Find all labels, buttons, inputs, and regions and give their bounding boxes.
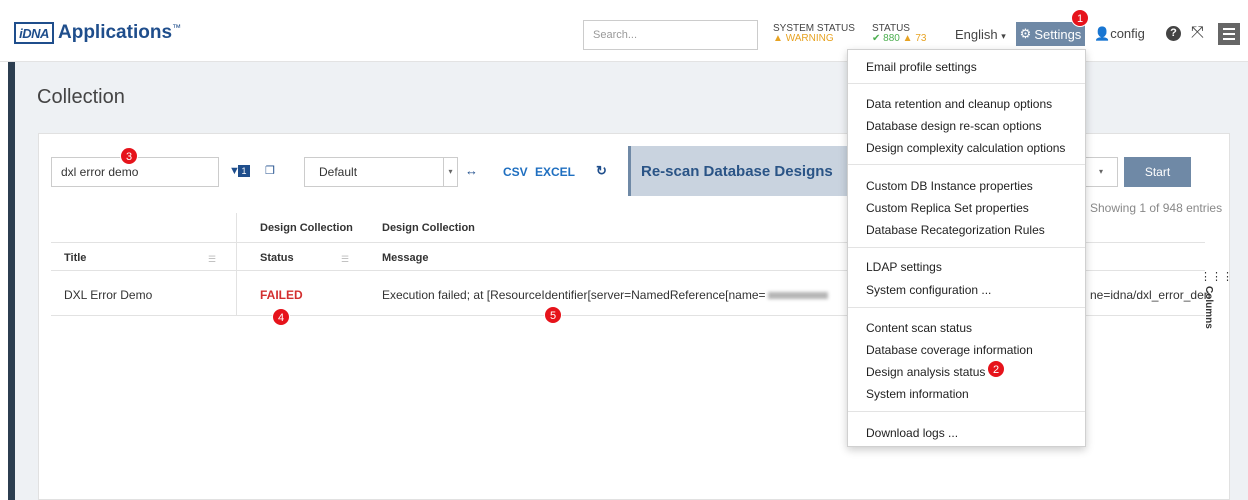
app-logo[interactable]: iDNA Applications™ bbox=[14, 22, 181, 44]
view-select[interactable]: Default ▾ bbox=[304, 157, 458, 187]
column-header-message[interactable]: Message bbox=[382, 252, 428, 264]
system-status[interactable]: SYSTEM STATUS ▲ WARNING bbox=[773, 24, 855, 44]
rescan-select[interactable]: ▾ bbox=[1084, 157, 1118, 187]
settings-dropdown-menu: Email profile settings Data retention an… bbox=[847, 49, 1086, 447]
menu-item-ldap-settings[interactable]: LDAP settings bbox=[866, 260, 942, 274]
annotation-badge-1: 1 bbox=[1071, 9, 1089, 27]
menu-item-download-logs[interactable]: Download logs ... bbox=[866, 426, 958, 440]
chevron-down-icon: ▾ bbox=[1098, 167, 1103, 176]
view-select-value: Default bbox=[319, 165, 358, 179]
menu-item-design-analysis-status[interactable]: Design analysis status bbox=[866, 365, 985, 379]
status-badge: FAILED bbox=[260, 288, 303, 302]
filter-count-badge: 1 bbox=[238, 165, 250, 177]
gear-icon: ⚙ bbox=[1019, 26, 1032, 41]
language-selector[interactable]: English ▾ bbox=[955, 27, 1006, 42]
row-message-tail: ne=idna/dxl_error_den bbox=[1090, 288, 1211, 302]
menu-item-data-retention[interactable]: Data retention and cleanup options bbox=[866, 97, 1052, 111]
column-menu-icon[interactable]: ☰ bbox=[341, 254, 353, 265]
status-ok-count: 880 bbox=[883, 33, 900, 44]
user-label: config bbox=[1110, 26, 1145, 41]
menu-item-system-information[interactable]: System information bbox=[866, 387, 969, 401]
app-name: Applications bbox=[58, 22, 173, 43]
fullscreen-icon[interactable]: ⤧ bbox=[1191, 24, 1204, 42]
group-header: Design Collection bbox=[260, 222, 353, 234]
status-summary[interactable]: STATUS ✔ 880 ▲ 73 bbox=[872, 24, 926, 44]
column-header-status[interactable]: Status bbox=[260, 252, 294, 264]
rescan-title: Re-scan Database Designs bbox=[641, 163, 833, 180]
search-input[interactable] bbox=[583, 20, 758, 50]
menu-item-database-coverage[interactable]: Database coverage information bbox=[866, 343, 1033, 357]
start-button[interactable]: Start bbox=[1124, 157, 1191, 187]
language-label: English bbox=[955, 27, 998, 42]
export-excel-link[interactable]: EXCEL bbox=[535, 165, 575, 179]
menu-divider bbox=[848, 83, 1085, 84]
row-title: DXL Error Demo bbox=[64, 288, 153, 302]
user-icon: 👤 bbox=[1094, 26, 1111, 41]
user-menu[interactable]: 👤config bbox=[1094, 26, 1145, 42]
menu-divider bbox=[848, 164, 1085, 165]
warning-icon: ▲ bbox=[902, 33, 913, 44]
annotation-badge-5: 5 bbox=[544, 306, 562, 324]
menu-item-custom-replica-set[interactable]: Custom Replica Set properties bbox=[866, 201, 1029, 215]
menu-divider bbox=[848, 411, 1085, 412]
menu-item-email-profile[interactable]: Email profile settings bbox=[866, 60, 977, 74]
menu-divider bbox=[848, 247, 1085, 248]
redacted-text bbox=[767, 292, 828, 300]
export-csv-link[interactable]: CSV bbox=[503, 165, 528, 179]
hamburger-menu-icon[interactable] bbox=[1218, 23, 1240, 45]
resize-columns-icon[interactable]: ↔ bbox=[465, 163, 478, 178]
check-icon: ✔ bbox=[872, 33, 881, 44]
settings-label: Settings bbox=[1034, 26, 1082, 42]
copy-icon[interactable]: ❐ bbox=[265, 164, 275, 177]
left-sidebar-strip bbox=[8, 62, 15, 500]
status-warn-count: 73 bbox=[915, 33, 927, 44]
entries-count: Showing 1 of 948 entries bbox=[1090, 201, 1223, 215]
annotation-badge-3: 3 bbox=[120, 147, 138, 165]
system-status-value: WARNING bbox=[785, 33, 834, 44]
column-header-title[interactable]: Title bbox=[64, 252, 86, 264]
menu-item-recategorization-rules[interactable]: Database Recategorization Rules bbox=[866, 223, 1045, 237]
columns-label: Columns bbox=[1203, 286, 1214, 329]
chevron-down-icon: ▾ bbox=[443, 158, 457, 186]
columns-toggle[interactable]: ⋮⋮⋮ Columns bbox=[1200, 272, 1233, 342]
column-menu-icon[interactable]: ☰ bbox=[208, 254, 220, 265]
trademark: ™ bbox=[172, 22, 182, 33]
annotation-badge-2: 2 bbox=[987, 360, 1005, 378]
menu-item-system-configuration[interactable]: System configuration ... bbox=[866, 283, 991, 297]
grid-icon: ⋮⋮⋮ bbox=[1200, 272, 1233, 283]
annotation-badge-4: 4 bbox=[272, 308, 290, 326]
column-divider bbox=[236, 213, 237, 316]
menu-item-custom-db-instance[interactable]: Custom DB Instance properties bbox=[866, 179, 1033, 193]
page-title: Collection bbox=[37, 86, 125, 108]
refresh-icon[interactable]: ↻ bbox=[596, 163, 607, 179]
menu-item-design-complexity[interactable]: Design complexity calculation options bbox=[866, 141, 1065, 155]
chevron-down-icon: ▾ bbox=[1001, 31, 1006, 41]
menu-divider bbox=[848, 307, 1085, 308]
menu-item-design-rescan[interactable]: Database design re-scan options bbox=[866, 119, 1041, 133]
row-message: Execution failed; at [ResourceIdentifier… bbox=[382, 288, 766, 302]
logo-mark: iDNA bbox=[14, 22, 54, 44]
group-header: Design Collection bbox=[382, 222, 475, 234]
warning-icon: ▲ bbox=[773, 33, 783, 44]
help-icon[interactable]: ? bbox=[1166, 26, 1181, 41]
menu-item-content-scan-status[interactable]: Content scan status bbox=[866, 321, 972, 335]
